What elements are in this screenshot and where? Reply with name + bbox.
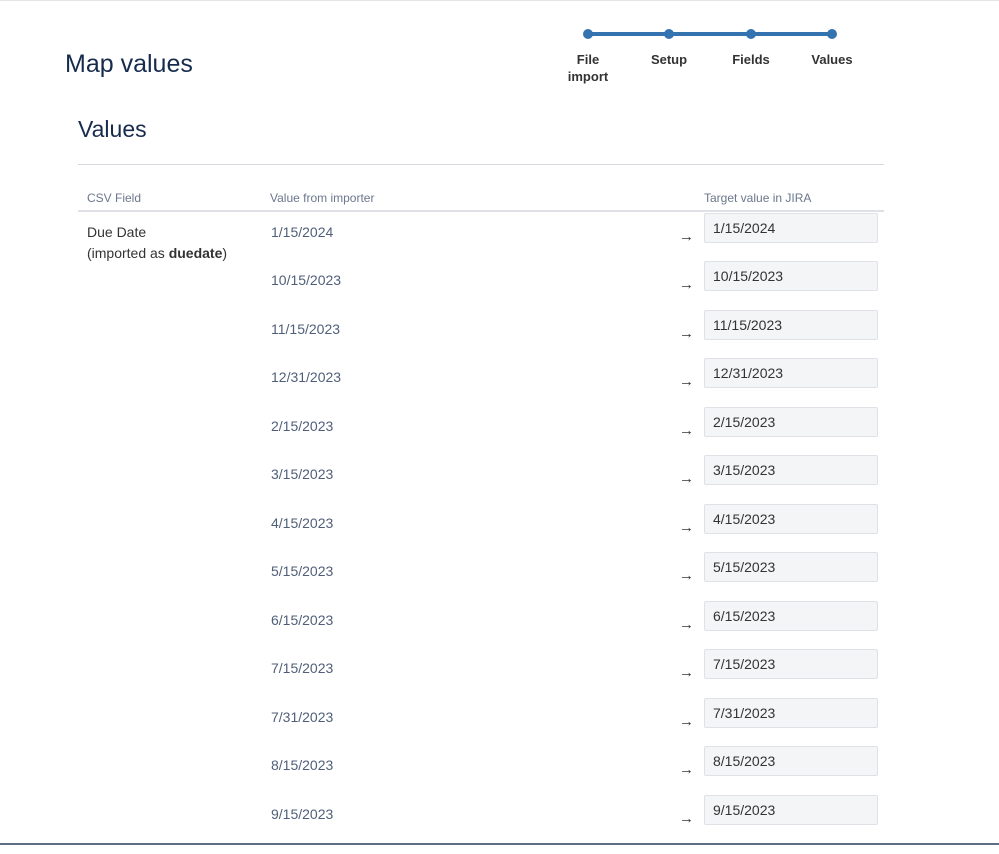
arrow-right-icon: → (679, 373, 694, 390)
table-row: 9/15/2023 → (0, 795, 999, 854)
progress-step-label: Values (811, 52, 853, 67)
section-divider (78, 164, 884, 165)
target-value-input[interactable] (704, 407, 878, 437)
importer-value: 6/15/2023 (271, 612, 334, 628)
importer-value: 5/15/2023 (271, 563, 334, 579)
table-header-divider (78, 210, 884, 212)
importer-value: 10/15/2023 (271, 272, 342, 288)
target-value-input[interactable] (704, 698, 878, 728)
arrow-right-icon: → (679, 567, 694, 584)
progress-step-dot (583, 29, 593, 39)
progress-step-fields: Fields (711, 26, 791, 68)
arrow-right-icon: → (679, 761, 694, 778)
importer-value: 3/15/2023 (271, 466, 334, 482)
importer-value: 4/15/2023 (271, 515, 334, 531)
target-value-input[interactable] (704, 601, 878, 631)
importer-value: 11/15/2023 (271, 321, 341, 337)
arrow-right-icon: → (679, 713, 694, 730)
target-value-input[interactable] (704, 310, 878, 340)
importer-value: 9/15/2023 (271, 806, 334, 822)
target-value-input[interactable] (704, 261, 878, 291)
progress-step-values: Values (792, 26, 872, 68)
arrow-right-icon: → (679, 470, 694, 487)
progress-step-file-import: File import (548, 26, 628, 85)
page-title: Map values (65, 50, 193, 78)
target-value-input[interactable] (704, 795, 878, 825)
progress-step-label: Fields (732, 52, 770, 67)
target-value-input[interactable] (704, 504, 878, 534)
importer-value: 7/15/2023 (271, 660, 334, 676)
importer-value: 2/15/2023 (271, 418, 334, 434)
target-value-input[interactable] (704, 455, 878, 485)
arrow-right-icon: → (679, 519, 694, 536)
progress-step-setup: Setup (629, 26, 709, 68)
arrow-right-icon: → (679, 325, 694, 342)
importer-value: 8/15/2023 (271, 757, 334, 773)
progress-tracker: File import Setup Fields Values (548, 26, 874, 96)
column-header-target-value: Target value in JIRA (704, 191, 812, 205)
target-value-input[interactable] (704, 358, 878, 388)
target-value-input[interactable] (704, 746, 878, 776)
progress-step-dot (827, 29, 837, 39)
column-header-value-from-importer: Value from importer (270, 191, 375, 205)
target-value-input[interactable] (704, 649, 878, 679)
arrow-right-icon: → (679, 276, 694, 293)
importer-value: 1/15/2024 (271, 224, 334, 240)
arrow-right-icon: → (679, 810, 694, 827)
section-title: Values (78, 116, 147, 142)
top-border (0, 0, 999, 1)
arrow-right-icon: → (679, 228, 694, 245)
importer-value: 7/31/2023 (271, 709, 334, 725)
target-value-input[interactable] (704, 213, 878, 243)
importer-value: 12/31/2023 (271, 369, 342, 385)
progress-step-dot (664, 29, 674, 39)
arrow-right-icon: → (679, 616, 694, 633)
arrow-right-icon: → (679, 664, 694, 681)
progress-step-dot (746, 29, 756, 39)
progress-step-label: Setup (650, 52, 688, 67)
arrow-right-icon: → (679, 422, 694, 439)
progress-step-label: File import (567, 52, 609, 84)
column-header-csv-field: CSV Field (87, 191, 142, 205)
target-value-input[interactable] (704, 552, 878, 582)
